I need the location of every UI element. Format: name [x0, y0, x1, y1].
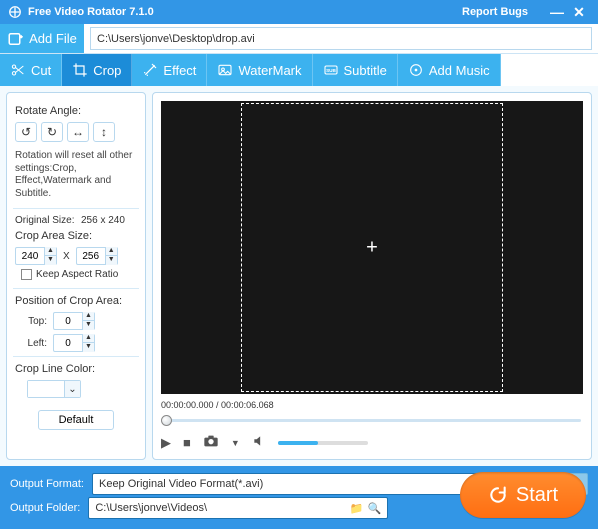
filebar: Add File C:\Users\jonve\Desktop\drop.avi [0, 24, 598, 54]
tab-watermark[interactable]: WaterMark [207, 54, 312, 86]
crop-width-down[interactable]: ▼ [44, 256, 56, 265]
tab-subtitle-label: Subtitle [344, 63, 387, 78]
speaker-icon [252, 434, 266, 448]
add-file-icon [7, 30, 25, 48]
rotate-buttons: ↺ ↻ ↔ ↕ [15, 122, 137, 142]
crop-line-color-label: Crop Line Color: [15, 363, 137, 375]
camera-icon [203, 434, 219, 448]
crop-left-up[interactable]: ▲ [82, 334, 94, 343]
crosshair-icon: + [366, 236, 378, 259]
crop-position-label: Position of Crop Area: [15, 295, 137, 307]
crop-height-input[interactable] [77, 251, 105, 262]
file-path-field[interactable]: C:\Users\jonve\Desktop\drop.avi [90, 27, 592, 50]
add-file-button[interactable]: Add File [0, 24, 84, 53]
tab-watermark-label: WaterMark [238, 63, 301, 78]
crop-top-input[interactable] [54, 316, 82, 327]
main-row: Rotate Angle: ↺ ↻ ↔ ↕ Rotation will rese… [0, 86, 598, 466]
output-folder-label: Output Folder: [10, 502, 80, 514]
browse-folder-icon[interactable]: 🔍 [368, 502, 382, 515]
crop-panel: Rotate Angle: ↺ ↻ ↔ ↕ Rotation will rese… [6, 92, 146, 460]
crop-height-up[interactable]: ▲ [105, 247, 117, 256]
size-x-label: X [63, 251, 70, 262]
titlebar: Free Video Rotator 7.1.0 Report Bugs — ✕ [0, 0, 598, 24]
window-title: Free Video Rotator 7.1.0 [28, 6, 154, 18]
output-format-label: Output Format: [10, 478, 84, 490]
crop-top-up[interactable]: ▲ [82, 312, 94, 321]
output-format-select[interactable]: Keep Original Video Format(*.avi) ▾ [92, 473, 481, 495]
effect-icon [142, 62, 158, 78]
tabs-extra [501, 54, 598, 86]
footer: Output Format: Keep Original Video Forma… [0, 466, 598, 529]
rotate-note: Rotation will reset all other settings:C… [15, 150, 137, 200]
app-icon [8, 5, 22, 19]
color-dropdown-arrow[interactable]: ⌄ [64, 381, 80, 397]
crop-width-up[interactable]: ▲ [44, 247, 56, 256]
start-label: Start [516, 484, 558, 507]
output-folder-field[interactable]: C:\Users\jonve\Videos\ 📁 🔍 [88, 497, 388, 519]
crop-top-stepper[interactable]: ▲▼ [53, 312, 95, 330]
tab-effect[interactable]: Effect [132, 54, 207, 86]
crop-area-size-label: Crop Area Size: [15, 230, 137, 242]
tabs: Cut Crop Effect WaterMark SUB Subtitle A… [0, 54, 598, 86]
tab-effect-label: Effect [163, 63, 196, 78]
crop-width-input[interactable] [16, 251, 44, 262]
tab-subtitle[interactable]: SUB Subtitle [313, 54, 398, 86]
minimize-button[interactable]: — [546, 4, 568, 20]
preview-panel: + 00:00:00.000 / 00:00:06.068 ▶ ■ ▼ [152, 92, 592, 460]
flip-horizontal-button[interactable]: ↔ [67, 122, 89, 142]
flip-vertical-button[interactable]: ↕ [93, 122, 115, 142]
video-preview[interactable]: + [161, 101, 583, 394]
add-file-label: Add File [29, 31, 77, 46]
close-button[interactable]: ✕ [568, 4, 590, 21]
seek-thumb[interactable] [161, 415, 172, 426]
open-folder-icon[interactable]: 📁 [350, 502, 364, 515]
scissors-icon [10, 62, 26, 78]
seek-slider[interactable] [161, 414, 583, 426]
tab-cut-label: Cut [31, 63, 51, 78]
tab-add-music[interactable]: Add Music [398, 54, 501, 86]
refresh-icon [488, 485, 508, 505]
snapshot-button[interactable] [203, 434, 219, 451]
watermark-icon [217, 62, 233, 78]
playback-controls: ▶ ■ ▼ [161, 434, 583, 451]
left-label: Left: [15, 338, 47, 349]
tab-crop-label: Crop [93, 63, 121, 78]
keep-aspect-label: Keep Aspect Ratio [36, 269, 118, 280]
original-size-value: 256 x 240 [81, 215, 125, 226]
default-button[interactable]: Default [38, 410, 115, 430]
crop-left-input[interactable] [54, 338, 82, 349]
svg-text:SUB: SUB [326, 68, 336, 73]
keep-aspect-checkbox[interactable] [21, 269, 32, 280]
subtitle-icon: SUB [323, 62, 339, 78]
volume-icon[interactable] [252, 434, 266, 451]
snapshot-dropdown[interactable]: ▼ [231, 438, 240, 448]
color-swatch [28, 381, 64, 397]
rotate-ccw-button[interactable]: ↺ [15, 122, 37, 142]
output-folder-value: C:\Users\jonve\Videos\ [95, 502, 350, 514]
tab-cut[interactable]: Cut [0, 54, 62, 86]
rotate-cw-button[interactable]: ↻ [41, 122, 63, 142]
original-size-label: Original Size: [15, 215, 75, 226]
volume-slider[interactable] [278, 441, 368, 445]
top-label: Top: [15, 316, 47, 327]
output-format-value: Keep Original Video Format(*.avi) [99, 478, 263, 490]
start-button[interactable]: Start [460, 472, 586, 518]
crop-height-stepper[interactable]: ▲▼ [76, 247, 118, 265]
music-icon [408, 62, 424, 78]
report-bugs-link[interactable]: Report Bugs [462, 6, 528, 18]
play-button[interactable]: ▶ [161, 435, 171, 451]
crop-icon [72, 62, 88, 78]
crop-width-stepper[interactable]: ▲▼ [15, 247, 57, 265]
tab-crop[interactable]: Crop [62, 54, 132, 86]
crop-height-down[interactable]: ▼ [105, 256, 117, 265]
crop-line-color-picker[interactable]: ⌄ [27, 380, 81, 398]
rotate-angle-label: Rotate Angle: [15, 105, 137, 117]
stop-button[interactable]: ■ [183, 435, 191, 450]
crop-top-down[interactable]: ▼ [82, 321, 94, 330]
tab-addmusic-label: Add Music [429, 63, 490, 78]
crop-left-down[interactable]: ▼ [82, 343, 94, 352]
timecode: 00:00:00.000 / 00:00:06.068 [161, 400, 583, 410]
crop-left-stepper[interactable]: ▲▼ [53, 334, 95, 352]
